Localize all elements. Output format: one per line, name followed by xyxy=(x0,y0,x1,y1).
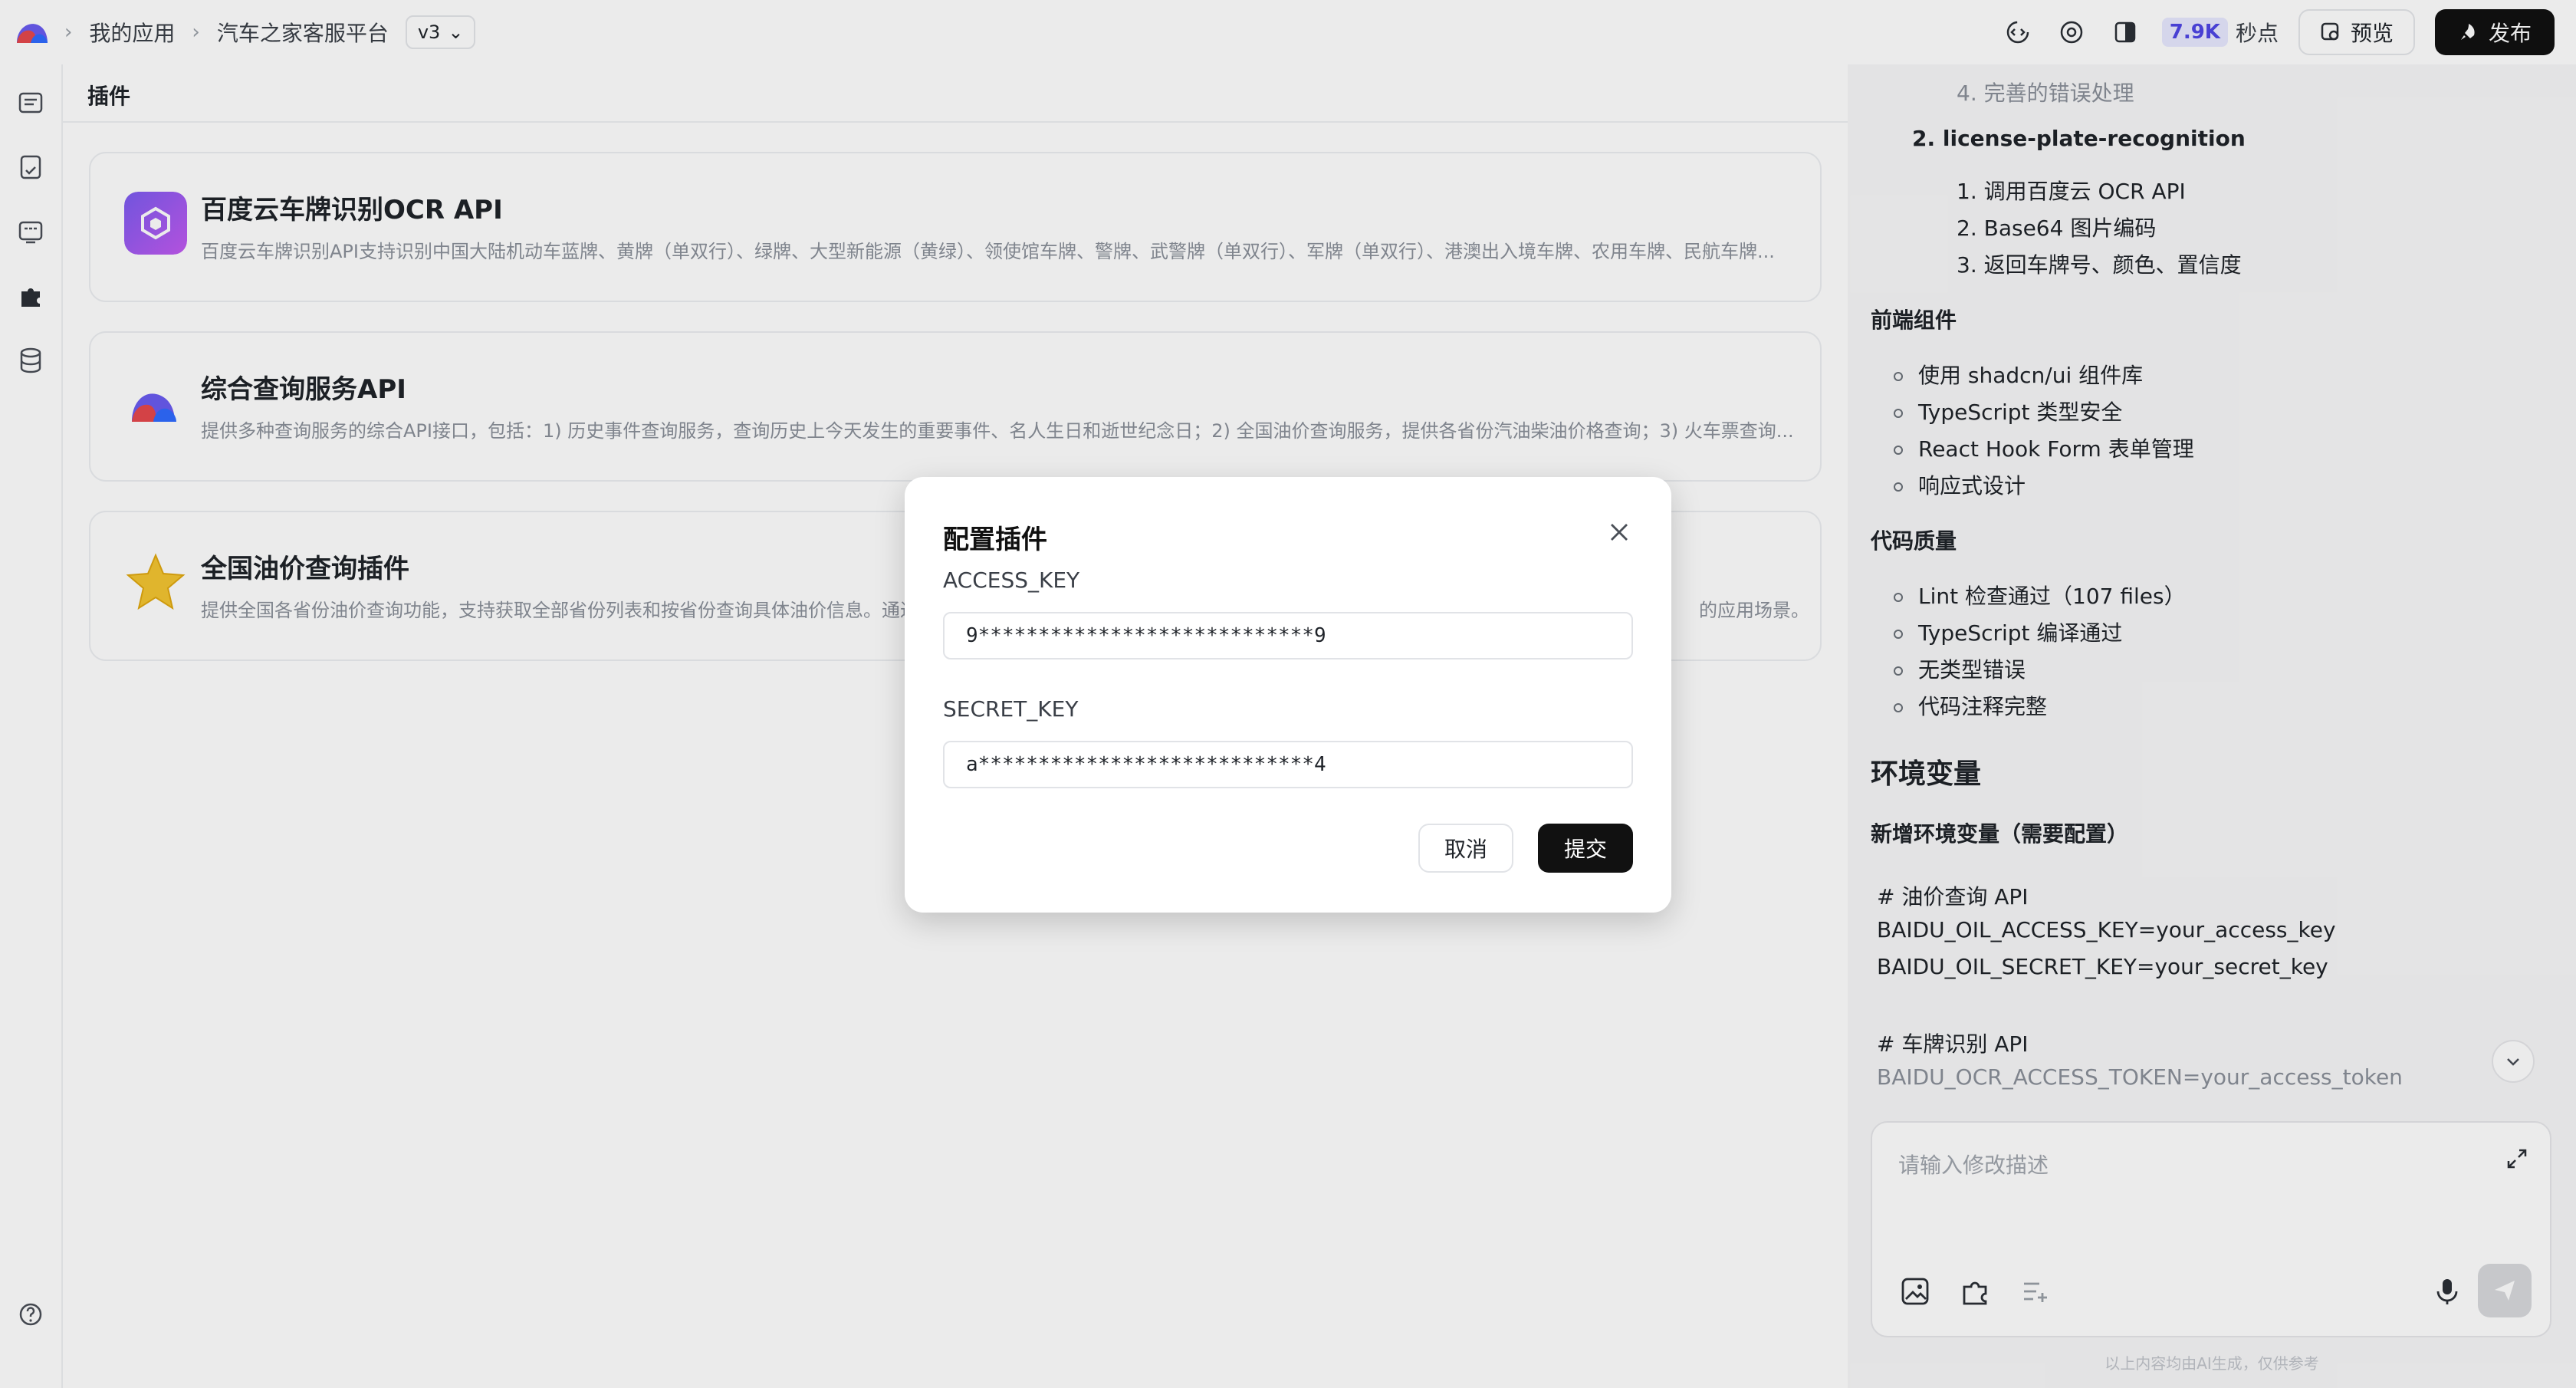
secret-key-label: SECRET_KEY xyxy=(943,696,1079,722)
cancel-button[interactable]: 取消 xyxy=(1418,824,1513,873)
access-key-label: ACCESS_KEY xyxy=(943,567,1080,593)
submit-button[interactable]: 提交 xyxy=(1538,824,1633,873)
configure-plugin-dialog: 配置插件 ACCESS_KEY 9***********************… xyxy=(905,477,1671,913)
dialog-title: 配置插件 xyxy=(943,525,1047,555)
secret-key-input[interactable]: a****************************4 xyxy=(943,741,1633,788)
access-key-input[interactable]: 9****************************9 xyxy=(943,612,1633,659)
close-icon[interactable] xyxy=(1605,518,1633,546)
app-root: › 我的应用 › 汽车之家客服平台 v3 ⌄ 7.9K 秒点 预览 发布 插件 … xyxy=(0,0,2576,1388)
